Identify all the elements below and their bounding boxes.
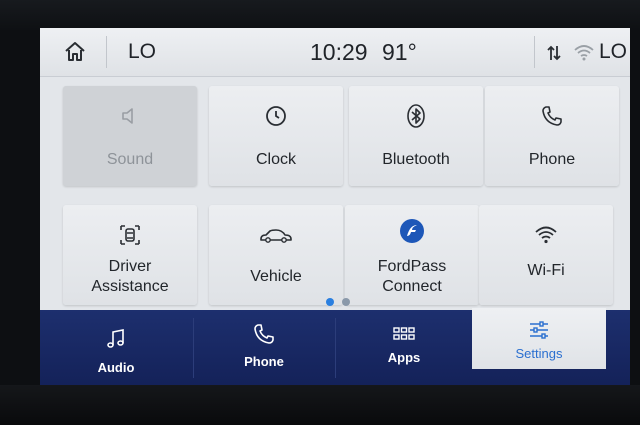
tile-label: Sound (106, 151, 154, 168)
bottom-nav: Audio Phone Apps Settings (40, 308, 630, 385)
passenger-temp[interactable]: LO (599, 40, 627, 64)
music-note-icon (107, 329, 124, 348)
nav-apps[interactable]: Apps (336, 310, 472, 385)
tile-label: Wi-Fi (527, 262, 565, 279)
outside-temperature: 91° (382, 39, 417, 65)
tile-label: Phone (528, 151, 576, 168)
sliders-icon (530, 321, 548, 339)
nav-settings[interactable]: Settings (472, 308, 606, 369)
tile-label-line2: Assistance (91, 278, 169, 295)
tile-fordpass-connect[interactable]: FordPass Connect (345, 205, 479, 305)
data-transfer-icon (547, 44, 561, 62)
nav-audio[interactable]: Audio (40, 310, 192, 385)
status-divider (534, 36, 535, 68)
fordpass-icon (400, 219, 424, 243)
tile-label: Clock (255, 151, 296, 168)
page-dot[interactable] (342, 298, 350, 306)
wifi-status-icon (573, 43, 595, 61)
speaker-icon (122, 108, 133, 124)
driver-temp[interactable]: LO (128, 40, 156, 64)
tile-wifi[interactable]: Wi-Fi (479, 205, 613, 305)
nav-label: Audio (97, 360, 135, 375)
nav-label: Settings (515, 346, 563, 361)
status-divider (106, 36, 107, 68)
nav-phone[interactable]: Phone (194, 310, 334, 385)
tile-driver-assistance[interactable]: Driver Assistance (63, 205, 197, 305)
tile-bluetooth[interactable]: Bluetooth (349, 86, 483, 186)
bezel-bottom (0, 385, 640, 425)
driver-assistance-icon (120, 225, 140, 245)
nav-label: Apps (387, 350, 421, 365)
tile-vehicle[interactable]: Vehicle (209, 205, 343, 305)
tile-sound[interactable]: Sound (63, 86, 197, 186)
wifi-icon (535, 226, 557, 244)
nav-label: Phone (244, 354, 284, 369)
tile-label-line1: FordPass (377, 258, 447, 275)
phone-icon (542, 106, 562, 126)
tile-label-line2: Connect (382, 278, 442, 295)
bluetooth-icon (407, 104, 425, 128)
infotainment-screen: LO 10:29 91° LO Sound Clock Bluetooth Ph… (40, 28, 630, 385)
apps-grid-icon (393, 327, 415, 340)
page-dot-active[interactable] (326, 298, 334, 306)
home-icon (65, 42, 85, 61)
tile-label: Bluetooth (382, 151, 450, 168)
tile-label-line1: Driver (108, 258, 152, 275)
tile-label: Vehicle (250, 268, 302, 285)
clock-readout: 10:29 (310, 39, 368, 65)
bezel-top (0, 0, 640, 30)
phone-icon (254, 324, 274, 344)
tile-phone[interactable]: Phone (485, 86, 619, 186)
home-button[interactable] (62, 39, 88, 65)
tile-clock[interactable]: Clock (209, 86, 343, 186)
clock-icon (266, 106, 286, 126)
status-bar: LO 10:29 91° LO (40, 28, 630, 77)
car-icon (260, 229, 292, 243)
